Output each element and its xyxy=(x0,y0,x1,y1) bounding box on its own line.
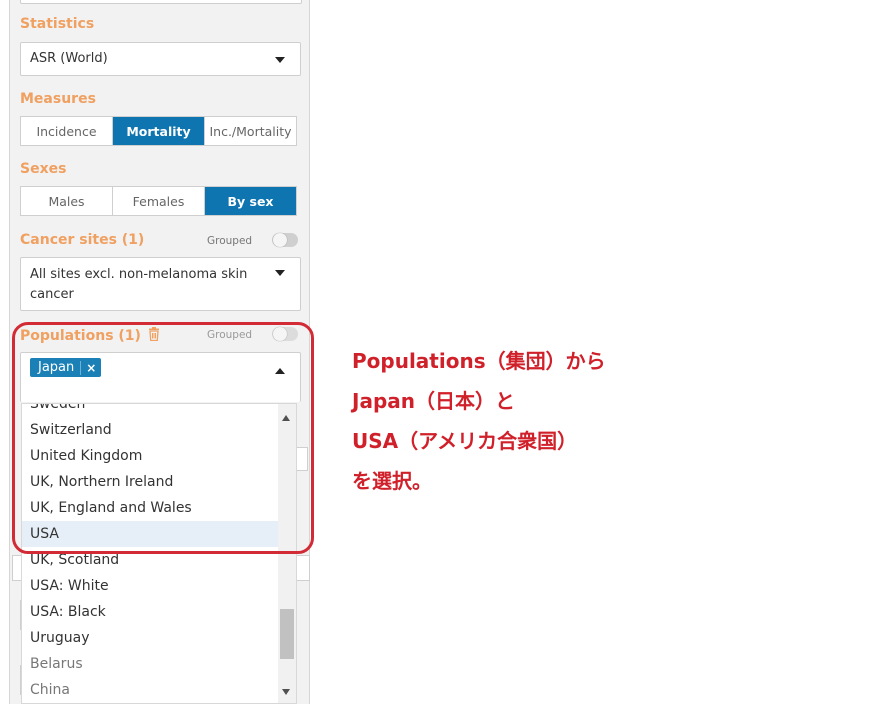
measure-incidence-button[interactable]: Incidence xyxy=(21,117,113,145)
sexes-toggle: Males Females By sex xyxy=(20,186,297,216)
annotation-text: Populations（集団）から Japan（日本）と USA（アメリカ合衆国… xyxy=(352,341,852,501)
sex-females-button[interactable]: Females xyxy=(113,187,205,215)
population-option[interactable]: USA: Black xyxy=(22,599,278,625)
annotation-line4: を選択。 xyxy=(352,469,432,493)
cancer-sites-grouped-label: Grouped xyxy=(207,235,253,247)
annotation-line2: Japan（日本）と xyxy=(352,389,515,413)
measure-mortality-button[interactable]: Mortality xyxy=(113,117,205,145)
population-option[interactable]: China xyxy=(22,677,278,703)
population-option[interactable]: Belarus xyxy=(22,651,278,677)
sex-males-button[interactable]: Males xyxy=(21,187,113,215)
chevron-down-icon xyxy=(275,57,285,63)
annotation-line3: USA（アメリカ合衆国） xyxy=(352,429,578,453)
statistics-select[interactable]: ASR (World) xyxy=(20,42,301,76)
population-option[interactable]: USA: White xyxy=(22,573,278,599)
statistics-label: Statistics xyxy=(20,16,95,32)
cancer-sites-value-line2: cancer xyxy=(30,287,74,302)
chevron-down-icon xyxy=(275,270,285,276)
annotation-line1: Populations（集団）から xyxy=(352,349,606,373)
measures-label: Measures xyxy=(20,91,96,107)
statistics-value: ASR (World) xyxy=(30,51,108,66)
cancer-sites-value: All sites excl. non-melanoma skin cancer xyxy=(30,265,247,305)
sex-by-sex-button[interactable]: By sex xyxy=(205,187,296,215)
cancer-sites-value-line1: All sites excl. non-melanoma skin xyxy=(30,267,248,282)
scroll-down-icon[interactable] xyxy=(282,689,290,695)
sexes-label: Sexes xyxy=(20,161,67,177)
cancer-sites-label: Cancer sites (1) xyxy=(20,232,145,248)
cancer-sites-select[interactable]: All sites excl. non-melanoma skin cancer xyxy=(20,257,301,311)
measures-toggle: Incidence Mortality Inc./Mortality xyxy=(20,116,297,146)
scroll-thumb[interactable] xyxy=(280,609,294,659)
measure-inc-mortality-button[interactable]: Inc./Mortality xyxy=(205,117,296,145)
population-option[interactable]: Uruguay xyxy=(22,625,278,651)
annotation-highlight-box xyxy=(12,322,314,554)
previous-field[interactable] xyxy=(20,0,302,4)
toggle-knob xyxy=(273,233,287,247)
cancer-sites-grouped-toggle[interactable] xyxy=(272,233,298,247)
